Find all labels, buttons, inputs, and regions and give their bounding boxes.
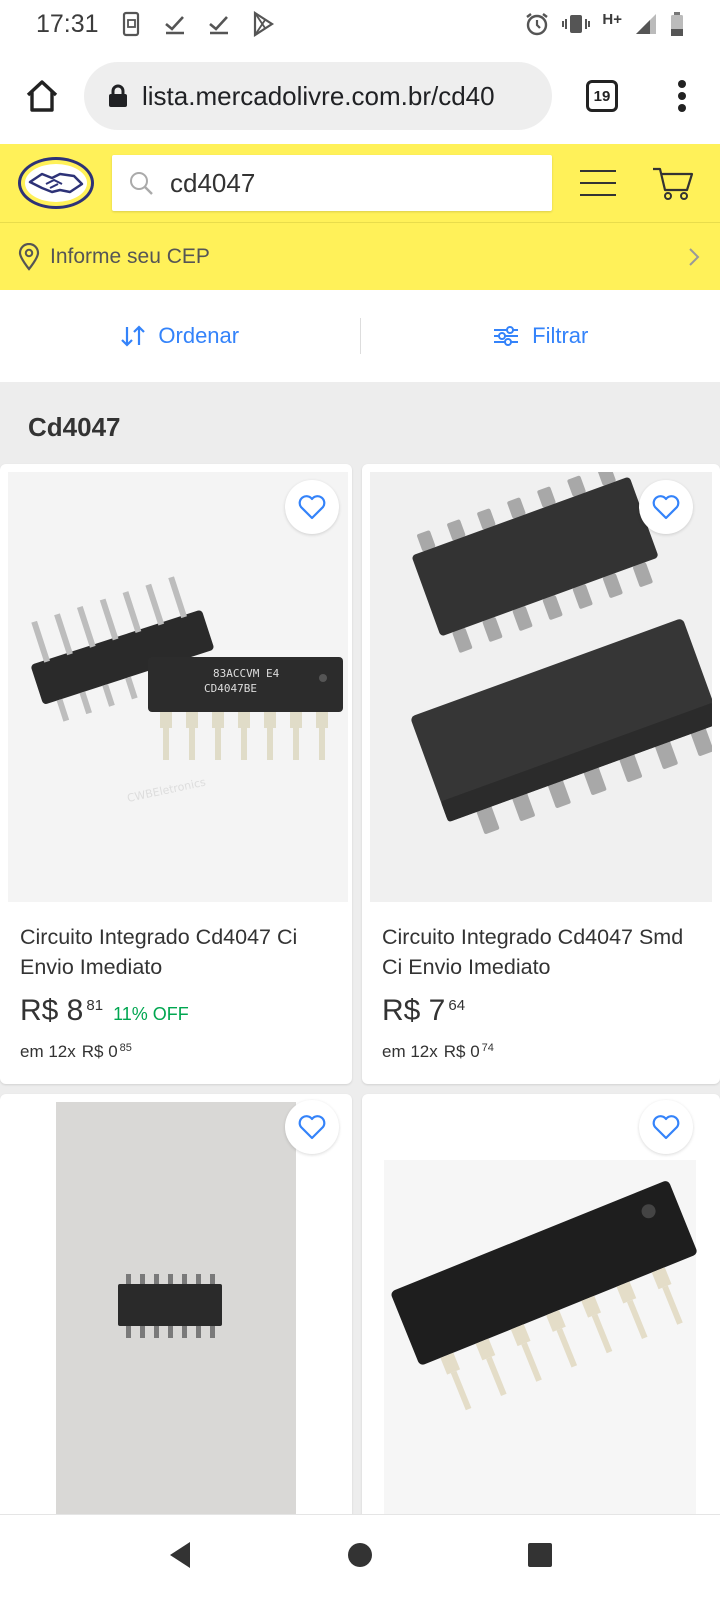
alarm-icon <box>524 11 550 37</box>
recents-icon <box>528 1543 552 1567</box>
filter-icon <box>494 326 519 346</box>
mercadolivre-logo[interactable] <box>16 154 96 212</box>
product-title[interactable]: Circuito Integrado Cd4047 Ci Envio Imedi… <box>20 922 340 982</box>
installment-cents: 74 <box>481 1042 494 1054</box>
installment-price: R$ 0 <box>81 1042 118 1061</box>
price-cents: 81 <box>86 997 104 1014</box>
favorite-button[interactable] <box>285 1100 339 1154</box>
price-main: R$ 8 <box>20 994 84 1027</box>
discount-badge: 11% OFF <box>113 1004 189 1024</box>
menu-button[interactable] <box>580 163 616 203</box>
product-image[interactable] <box>370 1102 712 1534</box>
play-store-icon <box>251 11 275 37</box>
heart-icon <box>298 1115 326 1140</box>
location-pin-icon <box>18 242 40 271</box>
battery-icon <box>670 12 684 36</box>
clock: 17:31 <box>36 9 99 38</box>
address-bar[interactable]: lista.mercadolivre.com.br/cd40 <box>84 62 552 130</box>
home-circle-icon <box>348 1543 372 1567</box>
home-icon <box>26 80 58 112</box>
system-nav-bar <box>0 1514 720 1600</box>
product-card[interactable] <box>362 1094 720 1534</box>
sort-label: Ordenar <box>158 323 240 348</box>
heart-icon <box>652 495 680 520</box>
cep-label: Informe seu CEP <box>50 244 210 268</box>
cep-bar[interactable]: Informe seu CEP <box>0 222 720 290</box>
heart-icon <box>298 495 326 520</box>
search-value: cd4047 <box>170 167 256 198</box>
home-button[interactable] <box>0 48 84 144</box>
sort-filter-bar: Ordenar Filtrar <box>0 290 720 382</box>
favorite-button[interactable] <box>639 1100 693 1154</box>
signal-icon <box>634 12 658 36</box>
tab-count: 19 <box>586 80 618 112</box>
product-image[interactable] <box>8 1102 348 1534</box>
site-header: cd4047 <box>0 144 720 222</box>
installment-cents: 85 <box>119 1042 132 1054</box>
price: R$ 7 64 <box>382 994 465 1028</box>
network-type: H+ <box>602 10 622 28</box>
price-cents: 64 <box>448 997 466 1014</box>
download-done-icon <box>163 12 187 36</box>
installment-price: R$ 0 <box>443 1042 480 1061</box>
product-image[interactable]: 83ACCVM E4 CD4047BE CWBEletronics <box>8 472 348 902</box>
installments: em 12x R$ 0 85 <box>20 1042 132 1062</box>
hamburger-icon <box>580 170 616 196</box>
chevron-right-icon <box>689 247 700 266</box>
price: R$ 8 81 11% OFF <box>20 994 189 1028</box>
sort-button[interactable]: Ordenar <box>0 290 360 382</box>
cart-button[interactable] <box>652 163 694 203</box>
product-title[interactable]: Circuito Integrado Cd4047 Smd Ci Envio I… <box>382 922 702 982</box>
filter-label: Filtrar <box>532 323 589 348</box>
screenshot-icon <box>119 11 143 37</box>
recents-button[interactable] <box>526 1541 554 1574</box>
svg-text:83ACCVM E4: 83ACCVM E4 <box>213 667 280 680</box>
vibrate-icon <box>562 12 591 36</box>
product-card[interactable] <box>0 1094 352 1534</box>
heart-icon <box>652 1115 680 1140</box>
svg-text:CD4047BE: CD4047BE <box>204 682 257 695</box>
installments-label: em 12x <box>20 1042 76 1061</box>
product-image[interactable] <box>370 464 720 902</box>
search-icon <box>130 172 153 195</box>
sort-icon <box>121 325 146 347</box>
product-card[interactable]: Circuito Integrado Cd4047 Smd Ci Envio I… <box>362 464 720 1084</box>
filter-button[interactable]: Filtrar <box>361 290 720 382</box>
lock-icon <box>109 84 127 107</box>
back-button[interactable] <box>166 1540 194 1575</box>
home-nav-button[interactable] <box>346 1541 374 1574</box>
download-done-icon <box>207 12 231 36</box>
results-title: Cd4047 <box>28 412 121 442</box>
price-main: R$ 7 <box>382 994 446 1027</box>
installments: em 12x R$ 0 74 <box>382 1042 494 1062</box>
cart-icon <box>653 167 694 200</box>
back-icon <box>170 1542 190 1568</box>
browser-menu-button[interactable] <box>652 48 712 144</box>
more-vert-icon <box>678 80 686 112</box>
status-bar: 17:31 H+ <box>0 0 720 48</box>
favorite-button[interactable] <box>639 480 693 534</box>
installments-label: em 12x <box>382 1042 438 1061</box>
search-input[interactable]: cd4047 <box>112 155 552 211</box>
tab-switcher-button[interactable]: 19 <box>552 48 652 144</box>
browser-toolbar: lista.mercadolivre.com.br/cd40 19 <box>0 48 720 144</box>
favorite-button[interactable] <box>285 480 339 534</box>
url-text: lista.mercadolivre.com.br/cd40 <box>142 80 495 111</box>
product-card[interactable]: 83ACCVM E4 CD4047BE CWBEletronics Circui… <box>0 464 352 1084</box>
